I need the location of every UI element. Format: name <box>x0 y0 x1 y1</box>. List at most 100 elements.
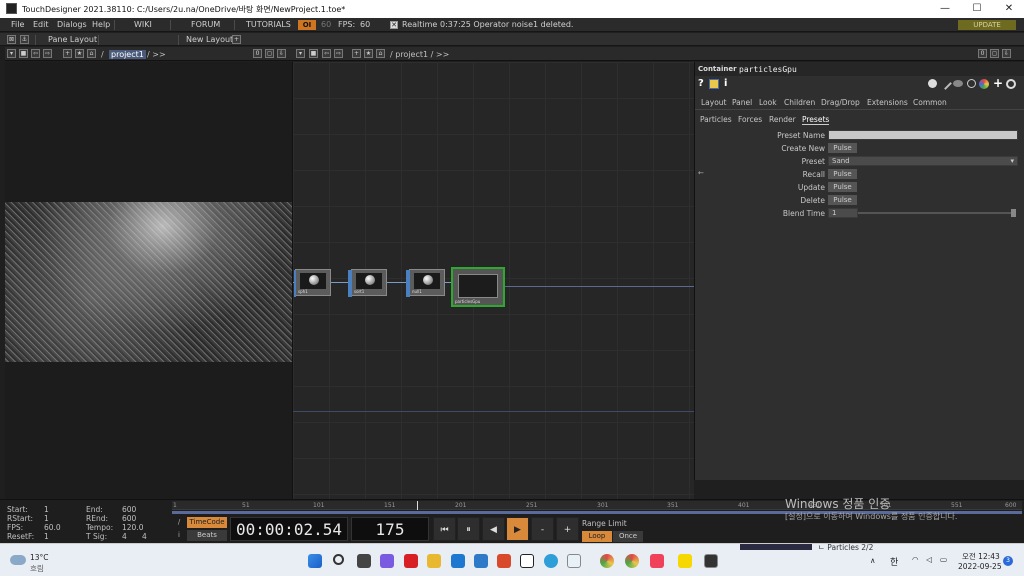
edge-icon[interactable] <box>544 554 558 568</box>
color-icon[interactable] <box>979 79 989 89</box>
path-more[interactable]: / >> <box>147 50 166 59</box>
update-pulse-button[interactable]: Pulse <box>828 182 857 192</box>
help-icon[interactable]: ? <box>698 78 704 89</box>
star-icon[interactable]: ★ <box>364 49 373 58</box>
preset-menu[interactable]: Sand ▾ <box>828 156 1018 166</box>
back-icon[interactable]: ⇦ <box>31 49 40 58</box>
tab-layout[interactable]: Layout <box>701 98 727 107</box>
tab-render[interactable]: Render <box>769 115 796 124</box>
end-value[interactable]: 600 <box>122 505 136 514</box>
tempo-value[interactable]: 120.0 <box>122 523 143 532</box>
pane-layout-label[interactable]: Pane Layout <box>48 35 97 44</box>
particlesgpu-node[interactable]: particlesGpu <box>451 267 505 307</box>
operator-node[interactable]: null1 <box>406 269 445 297</box>
photos-icon[interactable] <box>567 554 581 568</box>
notion-icon[interactable] <box>520 554 534 568</box>
add-icon[interactable]: + <box>63 49 72 58</box>
task-view-icon[interactable] <box>357 554 371 568</box>
tab-presets[interactable]: Presets <box>802 115 830 125</box>
ime-language-indicator[interactable]: 한 <box>890 555 898 568</box>
operator-node[interactable]: sort1 <box>348 269 387 297</box>
tab-common[interactable]: Common <box>913 98 947 107</box>
window-preview-thumbnail[interactable] <box>740 544 812 550</box>
weather-cloud-icon[interactable] <box>10 555 26 565</box>
mail-icon[interactable] <box>474 554 488 568</box>
chrome-icon[interactable] <box>600 554 614 568</box>
loop-toggle[interactable]: Loop <box>582 531 612 542</box>
network-editor[interactable]: sph1 sort1 null1 particlesGpu <box>292 62 695 499</box>
refresh-icon[interactable] <box>967 79 976 88</box>
operator-name[interactable]: particlesGpu <box>739 65 797 74</box>
collapse-arrow-icon[interactable]: ← <box>698 169 704 177</box>
close-button[interactable]: ✕ <box>994 0 1024 18</box>
rend-value[interactable]: 600 <box>122 514 136 523</box>
once-toggle[interactable]: Once <box>613 531 643 542</box>
pause-button[interactable]: ⏸ <box>457 517 480 541</box>
pane-menu-icon[interactable]: ▾ <box>7 49 16 58</box>
add-icon[interactable]: + <box>352 49 361 58</box>
rstart-value[interactable]: 1 <box>44 514 49 523</box>
weather-temp[interactable]: 13°C <box>30 553 49 562</box>
weather-desc[interactable]: 흐림 <box>30 563 44 574</box>
tsig-numerator[interactable]: 4 <box>122 532 127 541</box>
touchdesigner-taskbar-icon[interactable] <box>704 554 718 568</box>
timecode-display[interactable]: 00:00:02.54 <box>230 517 348 541</box>
pane-arrow-icon[interactable]: ⇩ <box>277 49 286 58</box>
edge-tab-icon[interactable] <box>451 554 465 568</box>
menu-help[interactable]: Help <box>92 20 110 29</box>
netflix-icon[interactable] <box>404 554 418 568</box>
step-minus-button[interactable]: - <box>531 517 554 541</box>
tab-drag-drop[interactable]: Drag/Drop <box>821 98 860 107</box>
split-pane-icon[interactable]: ⊠ <box>7 35 16 44</box>
blend-time-slider-handle[interactable] <box>1011 209 1016 217</box>
edit-icon[interactable] <box>939 77 952 90</box>
battery-icon[interactable]: ▭ <box>940 555 947 564</box>
clock-time[interactable]: 오전 12:43 <box>962 551 1000 562</box>
menu-edit[interactable]: Edit <box>33 20 49 29</box>
recall-pulse-button[interactable]: Pulse <box>828 169 857 179</box>
update-button[interactable]: UPDATE <box>958 20 1016 30</box>
timeline-ruler[interactable]: 1 51 101 151 201 251 301 351 401 451 501… <box>172 501 1022 510</box>
tray-chevron-icon[interactable]: ∧ <box>870 556 876 565</box>
tab-look[interactable]: Look <box>759 98 777 107</box>
fps-value[interactable]: 60.0 <box>44 523 61 532</box>
tutorials-link[interactable]: TUTORIALS <box>246 20 291 29</box>
tab-children[interactable]: Children <box>784 98 815 107</box>
tsig-denominator[interactable]: 4 <box>142 532 147 541</box>
maximize-pane-icon[interactable]: ◻ <box>990 49 999 58</box>
search-icon[interactable] <box>333 554 344 565</box>
info-icon[interactable]: i <box>724 78 727 89</box>
timecode-toggle[interactable]: TimeCode <box>187 517 227 528</box>
add-parameter-icon[interactable]: + <box>993 76 1003 90</box>
forward-icon[interactable]: ⇨ <box>334 49 343 58</box>
resetf-value[interactable]: 1 <box>44 532 49 541</box>
clock-date[interactable]: 2022-09-25 <box>958 562 1002 571</box>
start-value[interactable]: 1 <box>44 505 49 514</box>
kakaotalk-icon[interactable] <box>678 554 692 568</box>
file-explorer-icon[interactable] <box>427 554 441 568</box>
teams-chat-icon[interactable] <box>380 554 394 568</box>
step-back-button[interactable]: ◀ <box>482 517 505 541</box>
maximize-button[interactable]: ☐ <box>962 0 992 18</box>
menu-dialogs[interactable]: Dialogs <box>57 20 87 29</box>
create-new-pulse-button[interactable]: Pulse <box>828 143 857 153</box>
stop-icon[interactable]: ■ <box>19 49 28 58</box>
minimize-button[interactable]: — <box>930 0 960 18</box>
database-icon[interactable] <box>928 79 937 88</box>
oi-button[interactable]: OI <box>298 20 316 30</box>
chrome-profile-icon[interactable] <box>625 554 639 568</box>
new-layout-tab[interactable]: New Layout <box>186 35 233 44</box>
home-icon[interactable]: ⌂ <box>87 49 96 58</box>
star-icon[interactable]: ★ <box>75 49 84 58</box>
rewind-button[interactable]: ⏮ <box>433 517 456 541</box>
tab-particles[interactable]: Particles <box>700 115 732 124</box>
start-icon[interactable] <box>308 554 322 568</box>
office-icon[interactable] <box>497 554 511 568</box>
forward-icon[interactable]: ⇨ <box>43 49 52 58</box>
volume-icon[interactable]: ◁ <box>926 555 932 564</box>
target-icon[interactable] <box>1006 79 1016 89</box>
menu-file[interactable]: File <box>11 20 24 29</box>
pane-arrow-icon[interactable]: ⇩ <box>1002 49 1011 58</box>
comment-icon[interactable] <box>953 80 963 87</box>
wifi-icon[interactable]: ◠ <box>912 555 919 564</box>
